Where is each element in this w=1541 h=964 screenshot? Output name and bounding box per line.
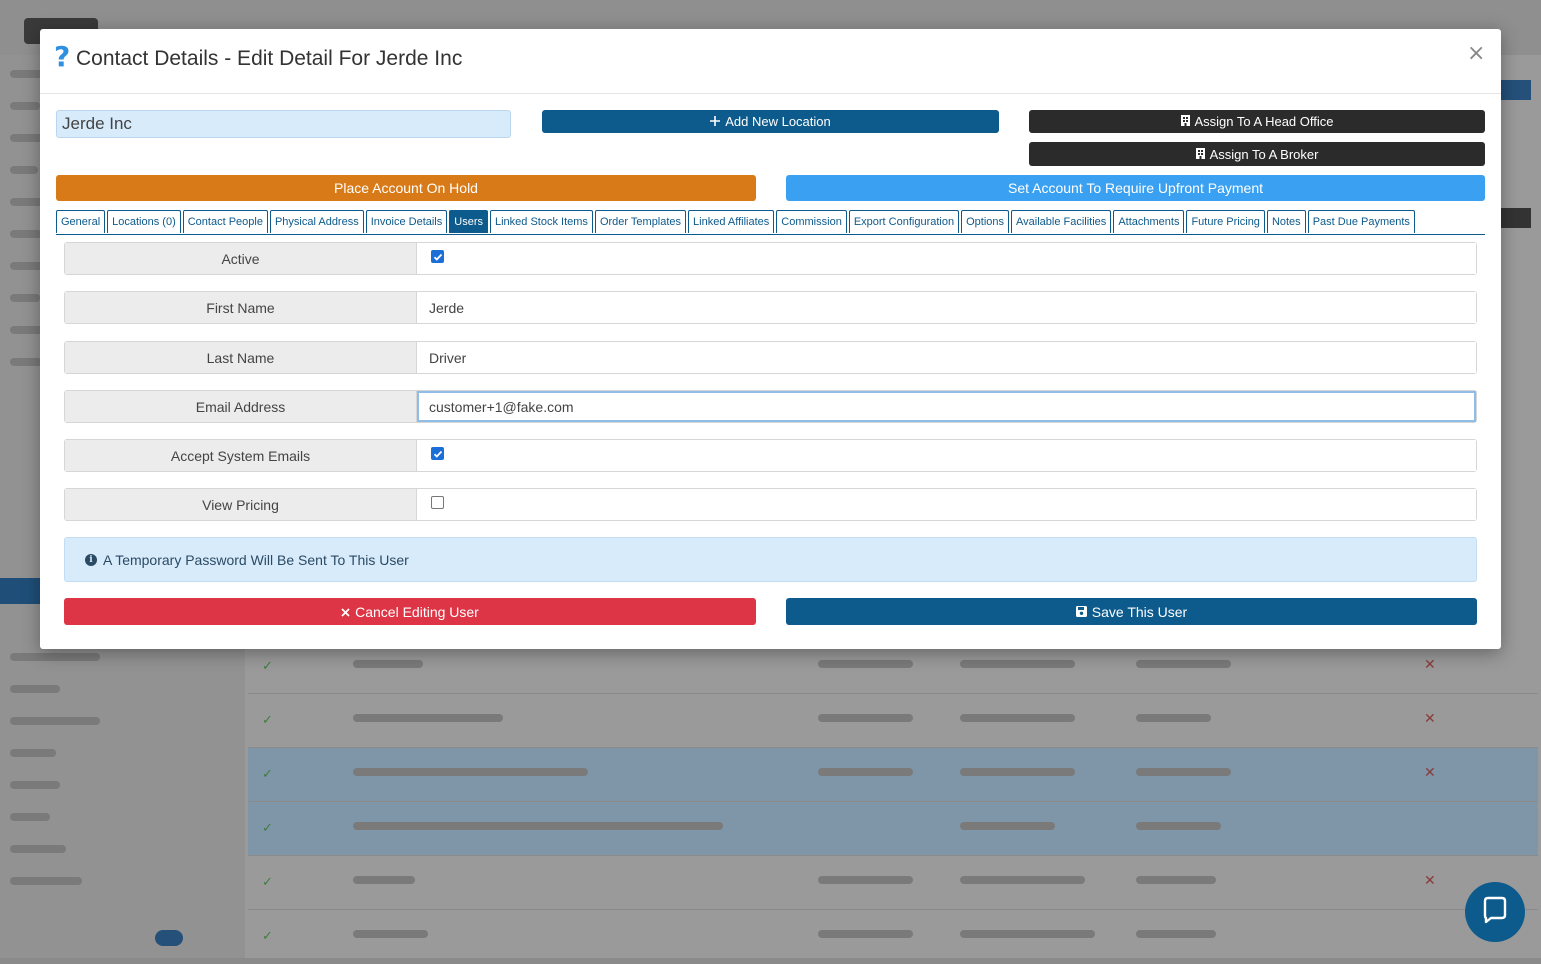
tab-available-facilities[interactable]: Available Facilities	[1011, 210, 1112, 233]
tab-linked-affiliates[interactable]: Linked Affiliates	[688, 210, 775, 233]
background-button	[1500, 208, 1531, 228]
help-icon[interactable]: ?	[54, 42, 70, 72]
floppy-icon	[1075, 604, 1087, 620]
active-label: Active	[65, 243, 417, 274]
first-name-field[interactable]: Jerde	[417, 292, 1476, 323]
view-pricing-label: View Pricing	[65, 489, 417, 520]
tab-linked-stock-items[interactable]: Linked Stock Items	[490, 210, 593, 233]
tab-locations-0[interactable]: Locations (0)	[107, 210, 181, 233]
cancel-editing-button[interactable]: Cancel Editing User	[64, 598, 756, 625]
background-button	[1500, 80, 1531, 100]
last-name-row: Last Name Driver	[64, 341, 1477, 374]
account-name-input[interactable]	[56, 110, 511, 138]
tab-users[interactable]: Users	[449, 210, 488, 233]
modal-header: ? Contact Details - Edit Detail For Jerd…	[40, 29, 1501, 94]
tab-notes[interactable]: Notes	[1266, 210, 1306, 233]
view-pricing-row: View Pricing	[64, 488, 1477, 521]
view-pricing-checkbox[interactable]	[431, 496, 444, 509]
background-toggle	[155, 930, 183, 946]
assign-broker-label: Assign To A Broker	[1209, 146, 1319, 162]
accept-emails-label: Accept System Emails	[65, 440, 417, 471]
email-row: Email Address customer+1@fake.com	[64, 390, 1477, 423]
assign-broker-button[interactable]: Assign To A Broker	[1029, 142, 1485, 166]
background-active-nav	[0, 578, 40, 604]
tab-attachments[interactable]: Attachments	[1113, 210, 1185, 233]
plus-icon	[710, 114, 721, 129]
email-label: Email Address	[65, 391, 417, 422]
temp-password-text: A Temporary Password Will Be Sent To Thi…	[103, 551, 409, 568]
assign-head-office-button[interactable]: Assign To A Head Office	[1029, 110, 1485, 133]
info-icon: i	[85, 553, 97, 566]
active-checkbox[interactable]	[431, 250, 444, 263]
modal-title: Contact Details - Edit Detail For Jerde …	[76, 47, 463, 70]
assign-head-office-label: Assign To A Head Office	[1194, 114, 1334, 129]
contact-details-modal: ? Contact Details - Edit Detail For Jerd…	[40, 29, 1501, 649]
tab-invoice-details[interactable]: Invoice Details	[365, 210, 448, 233]
place-on-hold-button[interactable]: Place Account On Hold	[56, 175, 756, 201]
tab-order-templates[interactable]: Order Templates	[594, 210, 687, 233]
chat-icon	[1480, 895, 1510, 930]
tab-export-configuration[interactable]: Export Configuration	[848, 210, 960, 233]
background-table: ✓ ✕ ✓ ✕ ✓ ✕ ✓ ✓ ✕ ✓	[248, 640, 1538, 964]
chat-button[interactable]	[1465, 882, 1525, 942]
tab-general[interactable]: General	[56, 210, 106, 233]
tab-physical-address[interactable]: Physical Address	[269, 210, 364, 233]
first-name-label: First Name	[65, 292, 417, 323]
last-name-field[interactable]: Driver	[417, 342, 1476, 373]
last-name-label: Last Name	[65, 342, 417, 373]
temp-password-notice: i A Temporary Password Will Be Sent To T…	[64, 537, 1477, 582]
cancel-editing-label: Cancel Editing User	[355, 603, 479, 620]
building-icon	[1180, 114, 1190, 129]
tab-past-due-payments[interactable]: Past Due Payments	[1307, 210, 1415, 233]
save-user-label: Save This User	[1091, 603, 1188, 620]
add-location-label: Add New Location	[725, 114, 831, 129]
tab-bar: General Locations (0) Contact People Physic…	[56, 210, 1485, 235]
tab-options[interactable]: Options	[961, 210, 1010, 233]
tab-contact-people[interactable]: Contact People	[182, 210, 268, 233]
tab-commission[interactable]: Commission	[776, 210, 847, 233]
close-icon[interactable]: ×	[1467, 41, 1485, 66]
accept-emails-checkbox[interactable]	[431, 447, 444, 460]
active-row: Active	[64, 242, 1477, 275]
require-upfront-button[interactable]: Set Account To Require Upfront Payment	[786, 175, 1485, 201]
accept-emails-row: Accept System Emails	[64, 439, 1477, 472]
building-icon	[1195, 147, 1205, 162]
save-user-button[interactable]: Save This User	[786, 598, 1477, 625]
add-location-button[interactable]: Add New Location	[542, 110, 999, 133]
first-name-row: First Name Jerde	[64, 291, 1477, 324]
times-icon	[341, 604, 350, 620]
email-field[interactable]: customer+1@fake.com	[417, 391, 1476, 422]
tab-future-pricing[interactable]: Future Pricing	[1186, 210, 1265, 233]
